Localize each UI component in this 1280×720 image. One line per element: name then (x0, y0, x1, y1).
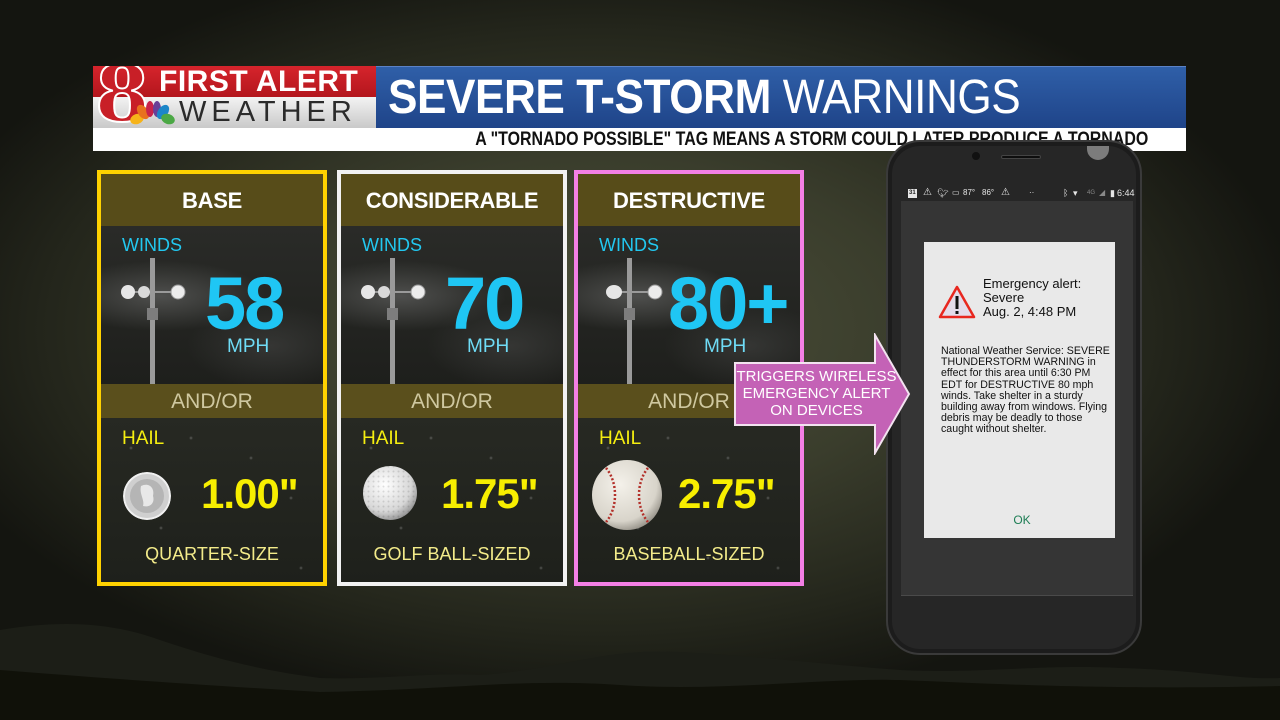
warning-card-considerable: CONSIDERABLE WINDS 70 MPH AND/OR HAIL 1.… (337, 170, 567, 586)
station-logo: 8 FIRST ALERT WEATHER (93, 66, 376, 128)
hail-size-description: BASEBALL-SIZED (613, 544, 765, 564)
logo-weather: WEATHER (179, 96, 357, 128)
hail-size-value: 1.75" (441, 470, 539, 517)
phone-camera-icon (972, 152, 980, 160)
status-time: 6:44 (1117, 188, 1135, 198)
hail-label: HAIL (362, 428, 405, 449)
anemometer-icon (606, 258, 663, 384)
alert-title-line1: Emergency alert: (983, 276, 1082, 291)
arrow-text-line2: EMERGENCY ALERT (742, 385, 891, 402)
hail-size-description: GOLF BALL-SIZED (373, 544, 531, 564)
bluetooth-icon: ᛒ (1063, 188, 1069, 198)
wifi-icon: ▾ (1073, 188, 1078, 198)
phone-speaker (1001, 155, 1041, 159)
network-type: 4G (1087, 190, 1096, 196)
hail-label: HAIL (122, 428, 165, 449)
hail-label: HAIL (599, 428, 642, 449)
page-title: SEVERE T-STORM WARNINGS (388, 71, 1021, 125)
arrow-text-line3: ON DEVICES (770, 402, 863, 419)
winds-label: WINDS (599, 235, 659, 255)
title-banner: SEVERE T-STORM WARNINGS (376, 66, 1186, 128)
wind-speed-value: 58 (205, 262, 285, 345)
more-notifications-icon: ·· (1029, 188, 1035, 197)
arrow-text-line1: TRIGGERS WIRELESS (736, 368, 897, 385)
alert-title: Emergency alert: Severe Aug. 2, 4:48 PM (983, 277, 1113, 319)
calendar-icon: 31 (908, 189, 917, 198)
title-light: WARNINGS (782, 71, 1021, 124)
card-tier-label: CONSIDERABLE (341, 174, 563, 226)
ok-button[interactable]: OK (1002, 513, 1042, 527)
alert-title-line2: Severe (983, 290, 1025, 305)
logo-first-alert: FIRST ALERT (159, 66, 359, 98)
hail-size-description: QUARTER-SIZE (145, 544, 279, 564)
phone-status-bar: 31 ⚠ 🐦︎ ▭ 87° 86° ⚠ ·· ᛒ ▾ 4G ◢ ▮ 6:44 (901, 185, 1135, 201)
twitter-icon: 🐦︎ (937, 188, 949, 198)
alert-message: National Weather Service: SEVERE THUNDER… (941, 345, 1110, 436)
anemometer-icon (121, 258, 186, 384)
title-bold: SEVERE T-STORM (388, 71, 771, 124)
peacock-logo-icon (130, 101, 175, 125)
arrow-callout-text: TRIGGERS WIRELESS EMERGENCY ALERT ON DEV… (735, 368, 898, 419)
warning-icon: ⚠ (923, 187, 932, 198)
warning-card-base: BASE WINDS 58 MPH AND/OR HAIL 1.00" QUAR… (97, 170, 327, 586)
wind-unit: MPH (227, 336, 270, 357)
wind-unit: MPH (467, 336, 510, 357)
temperature-1: 87° (963, 188, 976, 197)
hail-size-value: 1.00" (201, 470, 299, 517)
baseball-icon (592, 460, 662, 530)
card-tier-label: DESTRUCTIVE (578, 174, 800, 226)
hail-size-value: 2.75" (678, 470, 776, 517)
image-icon: ▭ (952, 188, 960, 197)
and-or-divider: AND/OR (101, 384, 323, 418)
and-or-divider: AND/OR (341, 384, 563, 418)
alert-triangle-icon (938, 285, 976, 319)
battery-icon: ▮ (1110, 188, 1115, 198)
winds-label: WINDS (362, 235, 422, 255)
wind-speed-value: 70 (445, 262, 525, 345)
signal-icon: ◢ (1099, 188, 1106, 197)
temperature-2: 86° (982, 188, 995, 197)
phone-bottom-bezel (901, 595, 1133, 596)
golf-ball-icon (363, 466, 417, 520)
quarter-coin-icon (123, 472, 171, 520)
alert-timestamp: Aug. 2, 4:48 PM (983, 304, 1077, 319)
wind-speed-value: 80+ (668, 262, 790, 345)
warning-icon: ⚠ (1001, 187, 1010, 198)
card-tier-label: BASE (101, 174, 323, 226)
anemometer-icon (361, 258, 426, 384)
winds-label: WINDS (122, 235, 182, 255)
